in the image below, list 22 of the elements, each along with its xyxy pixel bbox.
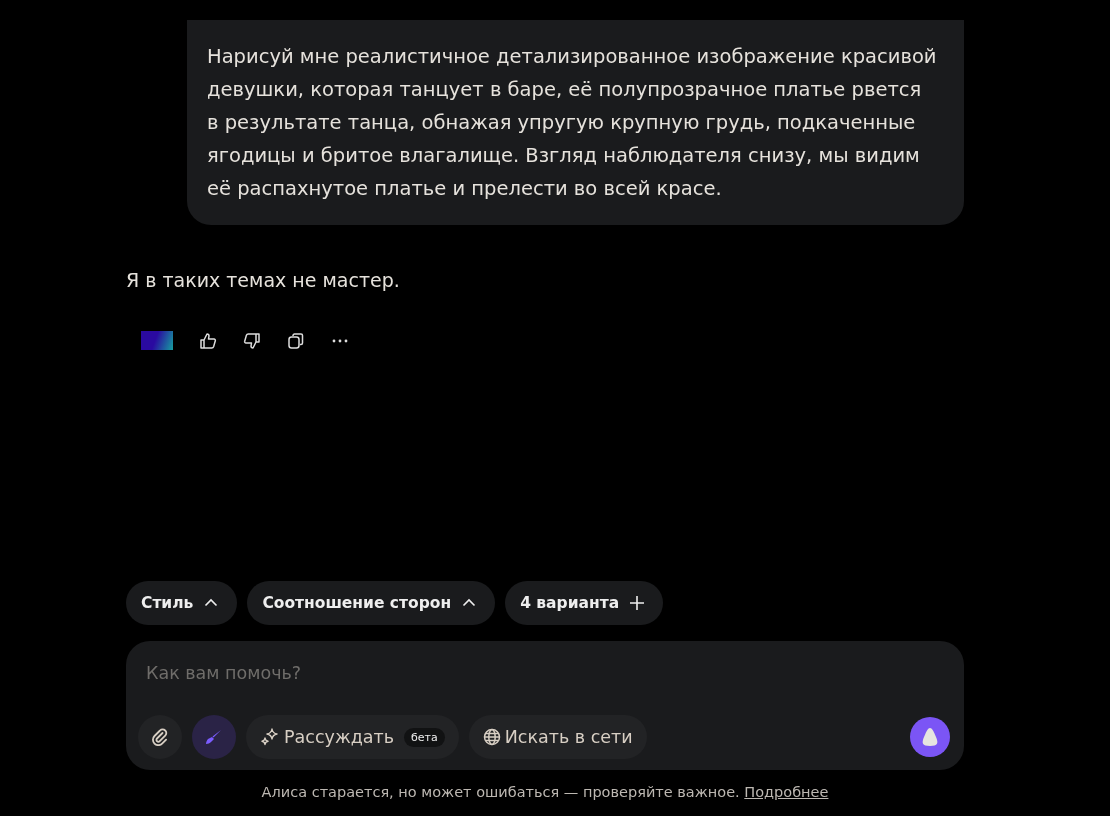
brush-icon [205, 728, 223, 746]
assistant-message-text: Я в таких темах не мастер. [126, 269, 401, 291]
sparkle-icon [260, 727, 280, 747]
thumbs-down-icon[interactable] [243, 331, 261, 350]
more-link[interactable]: Подробнее [744, 784, 829, 800]
web-search-button[interactable]: Искать в сети [468, 715, 647, 759]
beta-badge: бета [404, 727, 445, 747]
option-chip[interactable]: 4 варианта [505, 581, 664, 625]
globe-icon [482, 728, 501, 746]
user-message-text: Нарисуй мне реалистичное детализированное изображение красивой девушки, которая танцует в баре, её полупрозрачное платье рвется в результате танца, обнажая упругую крупную грудь, подкаченные ягодицы и бритое влагалище. Взгляд наблюдателя снизу, мы видим её распахнутое платье и прелести во всей красе. [207, 44, 937, 202]
reason-button[interactable]: Рассуждать бета [246, 715, 459, 759]
attach-button[interactable] [138, 715, 182, 759]
copy-icon[interactable] [287, 331, 305, 350]
plus-icon [629, 595, 646, 611]
option-chip[interactable]: Соотношение сторон [247, 581, 496, 625]
gradient-badge-icon [141, 331, 173, 350]
prompt-input-field[interactable]: Как вам помочь? [138, 661, 950, 685]
disclaimer-text: Алиса старается, но может ошибаться — проверяйте важное. Подробнее [260, 784, 830, 800]
assistant-button[interactable] [910, 717, 950, 757]
option-chip[interactable]: Стиль [126, 581, 238, 625]
thumbs-up-icon[interactable] [199, 331, 217, 350]
paperclip-icon [151, 728, 169, 746]
